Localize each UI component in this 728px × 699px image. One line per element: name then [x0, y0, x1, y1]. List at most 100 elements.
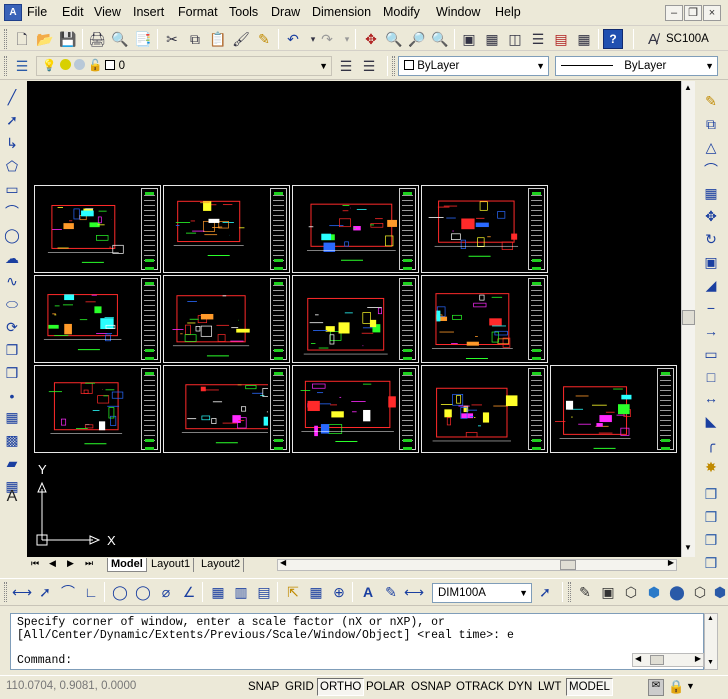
spline-icon[interactable]: ∿ [2, 271, 22, 291]
new-icon[interactable]: 🗋 [12, 29, 32, 49]
box-icon[interactable]: ⬡ [621, 582, 641, 602]
minimize-icon[interactable]: – [665, 5, 683, 21]
ellipse-arc-icon[interactable]: ⟳ [2, 317, 22, 337]
diameter-dimension-icon[interactable]: ⌀ [156, 582, 176, 602]
command-scroll-thumb[interactable] [650, 655, 664, 665]
angular-dimension-icon[interactable]: ∠ [179, 582, 199, 602]
plot-preview-icon[interactable]: 🔍 [110, 29, 130, 49]
rectangle-icon[interactable]: ▭ [2, 179, 22, 199]
arc-length-icon[interactable]: ⌒ [58, 582, 78, 602]
drawing-canvas[interactable]: Y X [27, 81, 681, 557]
menu-modify[interactable]: Modify [383, 5, 420, 19]
circle-icon[interactable]: ◯ [2, 225, 22, 245]
draw-order-icon[interactable]: ❐ [701, 484, 721, 504]
help-icon[interactable]: ? [603, 29, 623, 49]
chevron-down-icon[interactable]: ▼ [319, 57, 328, 75]
extend-icon[interactable]: → [701, 321, 721, 341]
redo-dropdown-icon[interactable]: ▾ [337, 29, 357, 49]
sphere-icon[interactable]: ⬤ [667, 582, 687, 602]
ellipse-icon[interactable]: ⬭ [2, 294, 22, 314]
color-combo[interactable]: ByLayer ▼ [398, 56, 549, 76]
shaded-view-icon[interactable]: ⬢ [644, 582, 664, 602]
tab-prev-icon[interactable]: ◀ [49, 558, 56, 569]
redo-icon[interactable]: ↷ [317, 29, 337, 49]
zoom-realtime-icon[interactable]: 🔍 [384, 29, 404, 49]
menu-dimension[interactable]: Dimension [312, 5, 371, 19]
move-icon[interactable]: ✥ [701, 206, 721, 226]
linear-dimension-icon[interactable]: ⟷ [12, 582, 32, 602]
baseline-dimension-icon[interactable]: ▥ [231, 582, 251, 602]
jogged-dimension-icon[interactable]: ◯ [133, 582, 153, 602]
dimension-update-icon[interactable]: ⟷ [404, 582, 424, 602]
break-icon[interactable]: □ [701, 367, 721, 387]
menu-edit[interactable]: Edit [62, 5, 84, 19]
polar-toggle[interactable]: POLAR [363, 678, 408, 696]
layer-combo[interactable]: 💡 🔓 0 ▼ [36, 56, 332, 76]
copy-icon[interactable]: ⧉ [185, 29, 205, 49]
realistic-view-icon[interactable]: ⬢ [710, 582, 728, 602]
quick-dimension-icon[interactable]: ▦ [208, 582, 228, 602]
planar-surface-icon[interactable]: ▣ [598, 582, 618, 602]
tab-layout1[interactable]: Layout1 [148, 558, 195, 572]
status-menu-icon[interactable]: ▼ [686, 681, 695, 691]
polygon-icon[interactable]: ⬠ [2, 156, 22, 176]
cut-icon[interactable]: ✂ [162, 29, 182, 49]
menu-window[interactable]: Window [436, 5, 480, 19]
undo-icon[interactable]: ↶ [283, 29, 303, 49]
chamfer-icon[interactable]: ◣ [701, 411, 721, 431]
tab-last-icon[interactable]: ⏭ [85, 558, 93, 569]
bring-above-icon[interactable]: ❒ [701, 553, 721, 573]
command-horizontal-scrollbar[interactable]: ◀ ▶ [632, 653, 704, 667]
scroll-down-icon[interactable]: ▼ [707, 659, 714, 666]
dimension-edit-icon[interactable]: A [358, 582, 378, 602]
menu-draw[interactable]: Draw [271, 5, 300, 19]
tab-first-icon[interactable]: ⏮ [31, 558, 39, 569]
continue-dimension-icon[interactable]: ▤ [254, 582, 274, 602]
open-icon[interactable]: 📂 [35, 29, 55, 49]
scroll-right-icon[interactable]: ▶ [668, 558, 674, 567]
canvas-horizontal-scrollbar[interactable]: ◀ ▶ [277, 558, 677, 571]
dimension-style-combo[interactable]: DIM100A ▼ [432, 583, 532, 603]
rotate-icon[interactable]: ↻ [701, 229, 721, 249]
command-scrollbar[interactable]: ▲ ▼ [704, 613, 718, 670]
quick-leader-icon[interactable]: ⇱ [283, 582, 303, 602]
model-toggle[interactable]: MODEL [566, 678, 613, 696]
erase-icon[interactable]: ✎ [701, 91, 721, 111]
arc-icon[interactable]: ⌒ [2, 202, 22, 222]
ordinate-dimension-icon[interactable]: ∟ [81, 582, 101, 602]
menu-format[interactable]: Format [178, 5, 218, 19]
revision-cloud-icon[interactable]: ☁ [2, 248, 22, 268]
region-icon[interactable]: ▰ [2, 453, 22, 473]
scroll-left-icon[interactable]: ◀ [635, 654, 641, 663]
save-icon[interactable]: 💾 [58, 29, 78, 49]
canvas-vertical-scrollbar[interactable]: ▲ ▼ [681, 81, 695, 557]
insert-block-icon[interactable]: ❐ [2, 340, 22, 360]
hatch-icon[interactable]: ▦ [2, 407, 22, 427]
point-icon[interactable]: • [2, 386, 22, 406]
menu-help[interactable]: Help [495, 5, 521, 19]
tolerance-icon[interactable]: ▦ [306, 582, 326, 602]
vertical-scroll-thumb[interactable] [682, 310, 695, 325]
linetype-combo[interactable]: ByLayer ▼ [555, 56, 718, 76]
properties-icon[interactable]: ▣ [459, 29, 479, 49]
design-center-icon[interactable]: ▦ [482, 29, 502, 49]
send-to-back-icon[interactable]: ❐ [701, 530, 721, 550]
toolbar-grip[interactable] [568, 582, 571, 602]
otrack-toggle[interactable]: OTRACK [453, 678, 507, 696]
zoom-window-icon[interactable]: 🔎 [407, 29, 427, 49]
lwt-toggle[interactable]: LWT [535, 678, 564, 696]
paste-icon[interactable]: 📋 [208, 29, 228, 49]
line-icon[interactable]: ╱ [2, 87, 22, 107]
tool-palettes-icon[interactable]: ◫ [505, 29, 525, 49]
scroll-up-icon[interactable]: ▲ [684, 83, 692, 92]
wireframe-icon[interactable]: ⬡ [690, 582, 710, 602]
array-icon[interactable]: ▦ [701, 183, 721, 203]
make-block-icon[interactable]: ❒ [2, 363, 22, 383]
aligned-dimension-icon[interactable]: ➚ [35, 582, 55, 602]
publish-icon[interactable]: 📑 [133, 29, 153, 49]
toolbar-grip[interactable] [4, 29, 7, 49]
toolbar-lock-icon[interactable]: 🔒 [668, 679, 684, 695]
tab-model[interactable]: Model [107, 558, 147, 572]
scroll-left-icon[interactable]: ◀ [280, 558, 286, 567]
pan-icon[interactable]: ✥ [361, 29, 381, 49]
